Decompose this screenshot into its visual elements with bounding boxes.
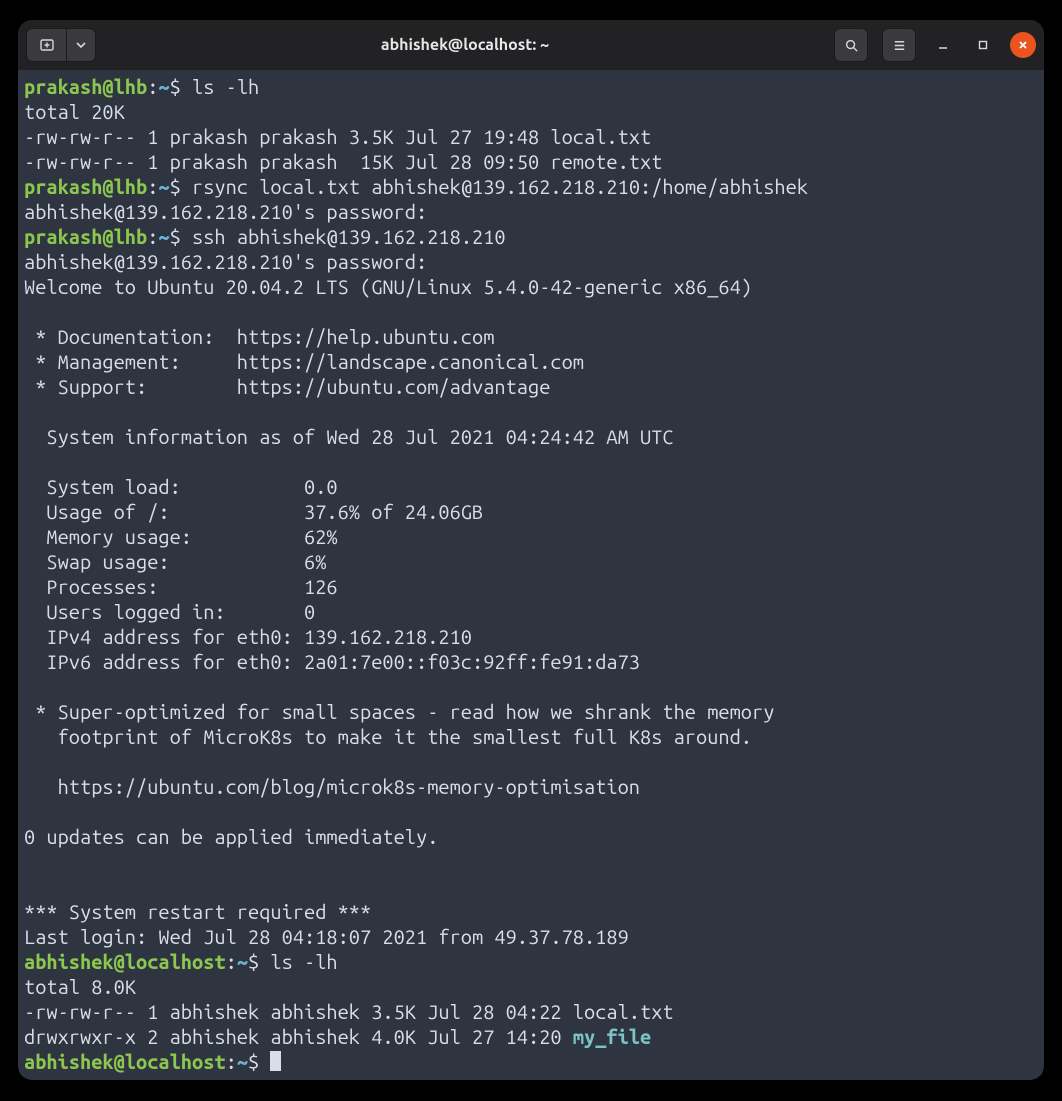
- file-perms: drwxrwxr-x 2 abhishek abhishek 4.0K Jul …: [24, 1025, 573, 1048]
- output-line: total 8.0K: [24, 975, 136, 998]
- prompt-colon: :: [147, 225, 158, 248]
- hamburger-icon: [892, 38, 907, 53]
- prompt-line: prakash@lhb:~$ ssh abhishek@139.162.218.…: [24, 225, 506, 248]
- output-line: *** System restart required ***: [24, 900, 371, 923]
- prompt-dollar: $: [170, 75, 192, 98]
- output-line: Usage of /: 37.6% of 24.06GB: [24, 500, 483, 523]
- output-line: * Super-optimized for small spaces - rea…: [24, 700, 774, 723]
- prompt-dollar: $: [170, 225, 192, 248]
- window-title: abhishek@localhost: ~: [102, 36, 828, 54]
- prompt-userhost: prakash@lhb: [24, 75, 147, 98]
- maximize-icon: [977, 39, 989, 51]
- prompt-userhost: prakash@lhb: [24, 225, 147, 248]
- prompt-path: ~: [237, 950, 248, 973]
- prompt-userhost: abhishek@localhost: [24, 1050, 226, 1073]
- output-line: -rw-rw-r-- 1 prakash prakash 15K Jul 28 …: [24, 150, 662, 173]
- prompt-path: ~: [237, 1050, 248, 1073]
- output-line: * Support: https://ubuntu.com/advantage: [24, 375, 550, 398]
- prompt-line: abhishek@localhost:~$ ls -lh: [24, 950, 338, 973]
- output-line: System information as of Wed 28 Jul 2021…: [24, 425, 674, 448]
- output-line: IPv4 address for eth0: 139.162.218.210: [24, 625, 472, 648]
- new-tab-dropdown-button[interactable]: [66, 28, 96, 62]
- terminal-window: abhishek@localhost: ~ prakash@lhb:~$ ls …: [18, 20, 1044, 1080]
- output-line: -rw-rw-r-- 1 prakash prakash 3.5K Jul 27…: [24, 125, 651, 148]
- output-line: abhishek@139.162.218.210's password:: [24, 200, 427, 223]
- command-text: rsync local.txt abhishek@139.162.218.210…: [192, 175, 808, 198]
- menu-button[interactable]: [882, 28, 916, 62]
- terminal-content[interactable]: prakash@lhb:~$ ls -lh total 20K -rw-rw-r…: [18, 70, 1044, 1080]
- new-tab-icon: [39, 37, 55, 53]
- prompt-path: ~: [158, 175, 169, 198]
- prompt-path: ~: [158, 225, 169, 248]
- output-line: Memory usage: 62%: [24, 525, 338, 548]
- prompt-dollar: $: [170, 175, 192, 198]
- prompt-colon: :: [147, 75, 158, 98]
- output-line: total 20K: [24, 100, 125, 123]
- search-icon: [844, 38, 859, 53]
- prompt-line: abhishek@localhost:~$: [24, 1050, 281, 1073]
- output-line: drwxrwxr-x 2 abhishek abhishek 4.0K Jul …: [24, 1025, 651, 1048]
- titlebar-left-group: [26, 28, 96, 62]
- prompt-dollar: $: [248, 950, 270, 973]
- output-line: * Management: https://landscape.canonica…: [24, 350, 584, 373]
- output-line: 0 updates can be applied immediately.: [24, 825, 438, 848]
- new-tab-button[interactable]: [26, 28, 66, 62]
- titlebar-right-group: [834, 28, 1036, 62]
- output-line: IPv6 address for eth0: 2a01:7e00::f03c:9…: [24, 650, 640, 673]
- output-line: Processes: 126: [24, 575, 338, 598]
- prompt-userhost: abhishek@localhost: [24, 950, 226, 973]
- command-text: ssh abhishek@139.162.218.210: [192, 225, 506, 248]
- command-text: ls -lh: [192, 75, 259, 98]
- minimize-icon: [937, 39, 949, 51]
- prompt-colon: :: [147, 175, 158, 198]
- prompt-colon: :: [226, 1050, 237, 1073]
- cursor: [270, 1051, 281, 1071]
- output-line: footprint of MicroK8s to make it the sma…: [24, 725, 752, 748]
- prompt-line: prakash@lhb:~$ rsync local.txt abhishek@…: [24, 175, 808, 198]
- command-text: ls -lh: [270, 950, 337, 973]
- minimize-button[interactable]: [930, 32, 956, 58]
- output-line: abhishek@139.162.218.210's password:: [24, 250, 427, 273]
- output-line: * Documentation: https://help.ubuntu.com: [24, 325, 494, 348]
- maximize-button[interactable]: [970, 32, 996, 58]
- prompt-line: prakash@lhb:~$ ls -lh: [24, 75, 259, 98]
- close-icon: [1017, 39, 1029, 51]
- output-line: Welcome to Ubuntu 20.04.2 LTS (GNU/Linux…: [24, 275, 752, 298]
- search-button[interactable]: [834, 28, 868, 62]
- output-line: Users logged in: 0: [24, 600, 315, 623]
- directory-name: my_file: [573, 1025, 651, 1048]
- titlebar: abhishek@localhost: ~: [18, 20, 1044, 70]
- chevron-down-icon: [76, 40, 86, 50]
- close-button[interactable]: [1010, 32, 1036, 58]
- output-line: Swap usage: 6%: [24, 550, 326, 573]
- prompt-colon: :: [226, 950, 237, 973]
- prompt-path: ~: [158, 75, 169, 98]
- prompt-dollar: $: [248, 1050, 270, 1073]
- output-line: Last login: Wed Jul 28 04:18:07 2021 fro…: [24, 925, 629, 948]
- output-line: System load: 0.0: [24, 475, 338, 498]
- output-line: https://ubuntu.com/blog/microk8s-memory-…: [24, 775, 640, 798]
- output-line: -rw-rw-r-- 1 abhishek abhishek 3.5K Jul …: [24, 1000, 674, 1023]
- prompt-userhost: prakash@lhb: [24, 175, 147, 198]
